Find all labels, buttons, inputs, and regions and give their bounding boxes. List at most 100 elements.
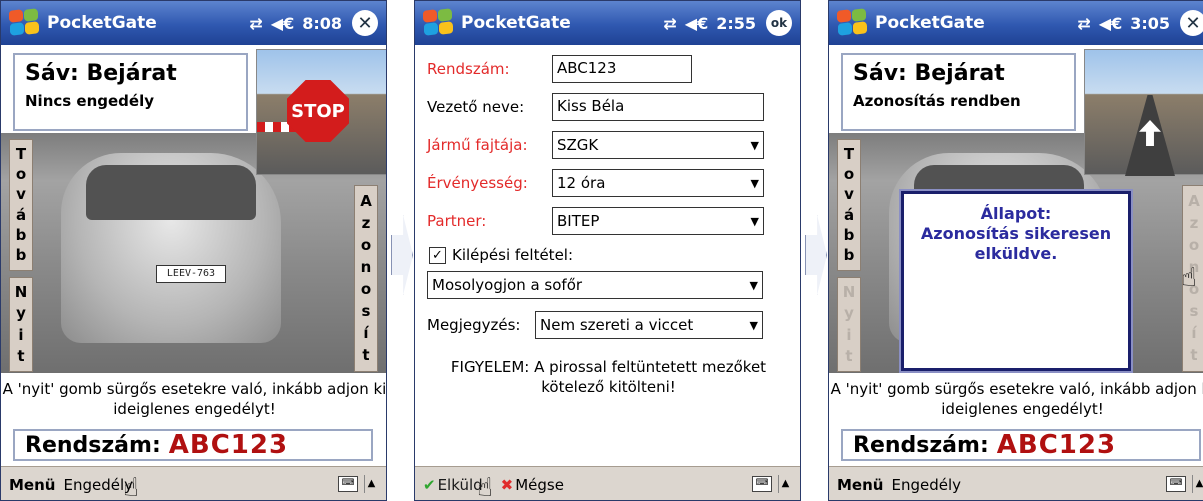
chevron-down-icon: ▼: [750, 138, 759, 152]
dialog-message: Azonosítás sikeresen elküldve.: [920, 224, 1112, 263]
field-jarmu-fajtaja: Jármű fajtája: SZGK ▼: [427, 131, 764, 159]
app-title: PocketGate: [461, 13, 571, 33]
clock[interactable]: 8:08: [302, 14, 342, 33]
title-bar: PocketGate ⇄ ◀€ 8:08 ✕: [1, 1, 386, 45]
menu-bar: Menü Engedély ⌨ ▲: [829, 466, 1203, 500]
lane-status: Nincs engedély: [25, 92, 155, 110]
validity-select[interactable]: 12 óra ▼: [552, 169, 764, 197]
partner-select[interactable]: BITEP ▼: [552, 207, 764, 235]
menu-bar: ✔ Elküld ✖ Mégse ⌨ ▲: [415, 466, 800, 500]
exit-condition-label: Kilépési feltétel:: [452, 246, 574, 264]
clock[interactable]: 3:05: [1130, 14, 1170, 33]
plate-label: Rendszám:: [853, 432, 989, 458]
nyit-button[interactable]: N y i t: [9, 277, 33, 372]
tovabb-button[interactable]: T o v á b b: [9, 139, 33, 271]
field-partner: Partner: BITEP ▼: [427, 207, 764, 235]
stop-sign-icon: STOP: [287, 80, 349, 142]
vehicle-type-select[interactable]: SZGK ▼: [552, 131, 764, 159]
plate-display: Rendszám: ABC123: [13, 429, 373, 461]
keyboard-icon[interactable]: ⌨: [752, 476, 772, 492]
plate-display: Rendszám: ABC123: [841, 429, 1201, 461]
field-label: Megjegyzés:: [427, 316, 521, 334]
hand-cursor-icon: ☝: [1181, 263, 1197, 293]
field-megjegyzes: Megjegyzés: Nem szereti a viccet ▼: [427, 311, 763, 339]
lane-title: Sáv: Bejárat: [853, 61, 1005, 86]
nyit-button[interactable]: N y i t: [837, 277, 861, 372]
screen-lane-no-permit: PocketGate ⇄ ◀€ 8:08 ✕ LEEV-763 Sáv: Bej…: [0, 0, 387, 501]
start-menu-icon[interactable]: [7, 8, 41, 38]
field-ervenyesseg: Érvényesség: 12 óra ▼: [427, 169, 764, 197]
screen-identification-form: PocketGate ⇄ ◀€ 2:55 ok Rendszám: ABC123…: [414, 0, 801, 501]
field-label: Rendszám:: [427, 60, 510, 78]
open-road-image: [1084, 49, 1203, 176]
plate-value: ABC123: [168, 430, 289, 460]
check-icon: ✔: [423, 475, 436, 494]
send-softkey[interactable]: ✔ Elküld: [423, 476, 483, 494]
app-title: PocketGate: [47, 13, 157, 33]
lane-info-box: Sáv: Bejárat Nincs engedély: [13, 53, 248, 131]
ok-button[interactable]: ok: [766, 10, 792, 36]
keyboard-icon[interactable]: ⌨: [338, 476, 358, 492]
cancel-softkey[interactable]: ✖ Mégse: [483, 476, 564, 494]
flow-arrow-icon: [391, 215, 413, 295]
exit-condition-select[interactable]: Mosolyogjon a sofőr ▼: [427, 271, 763, 299]
field-label: Érvényesség:: [427, 174, 528, 192]
lane-status: Azonosítás rendben: [853, 92, 1021, 110]
flow-arrow-icon: [805, 215, 827, 295]
rendszam-input[interactable]: ABC123: [552, 55, 692, 83]
lane-info-box: Sáv: Bejárat Azonosítás rendben: [841, 53, 1076, 131]
chevron-down-icon: ▼: [749, 278, 758, 292]
title-bar: PocketGate ⇄ ◀€ 3:05 ✕: [829, 1, 1203, 45]
input-panel-toggle-icon[interactable]: ▲: [1192, 475, 1203, 493]
close-button[interactable]: ✕: [1180, 10, 1203, 36]
start-menu-icon[interactable]: [835, 8, 869, 38]
menu-softkey[interactable]: Menü: [9, 476, 55, 494]
driver-name-input[interactable]: Kiss Béla: [552, 93, 764, 121]
urgent-notice: A 'nyit' gomb sürgős esetekre való, inká…: [830, 380, 1203, 418]
lane-title: Sáv: Bejárat: [25, 61, 177, 86]
chevron-down-icon: ▼: [749, 318, 758, 332]
close-button[interactable]: ✕: [352, 10, 378, 36]
menu-bar: Menü Engedély ⌨ ▲: [1, 466, 386, 500]
volume-icon[interactable]: ◀€: [271, 14, 294, 33]
status-dialog: Állapot: Azonosítás sikeresen elküldve.: [901, 191, 1131, 371]
volume-icon[interactable]: ◀€: [685, 14, 708, 33]
keyboard-icon[interactable]: ⌨: [1166, 476, 1186, 492]
exit-condition-checkbox-row[interactable]: ✓ Kilépési feltétel:: [429, 246, 573, 264]
chevron-down-icon: ▼: [750, 176, 759, 190]
hand-cursor-icon: ☝: [477, 473, 493, 501]
field-vezeto-neve: Vezető neve: Kiss Béla: [427, 93, 764, 121]
field-label: Vezető neve:: [427, 98, 525, 116]
volume-icon[interactable]: ◀€: [1099, 14, 1122, 33]
clock[interactable]: 2:55: [716, 14, 756, 33]
connectivity-icon[interactable]: ⇄: [1077, 14, 1090, 33]
plate-label: Rendszám:: [25, 432, 161, 458]
note-select[interactable]: Nem szereti a viccet ▼: [535, 311, 763, 339]
input-panel-toggle-icon[interactable]: ▲: [778, 475, 792, 493]
stop-barrier-image: STOP: [256, 49, 386, 175]
exit-condition-checkbox[interactable]: ✓: [429, 246, 446, 264]
required-fields-warning: FIGYELEM: A pirossal feltüntetett mezőke…: [450, 358, 767, 396]
start-menu-icon[interactable]: [421, 8, 455, 38]
permit-softkey[interactable]: Engedély: [891, 476, 961, 494]
field-label: Partner:: [427, 212, 487, 230]
azonosit-button[interactable]: A z o n o s í t: [354, 185, 378, 372]
car-image: LEEV-763: [61, 153, 281, 343]
urgent-notice: A 'nyit' gomb sürgős esetekre való, inká…: [2, 380, 387, 418]
cancel-icon: ✖: [500, 475, 514, 494]
connectivity-icon[interactable]: ⇄: [663, 14, 676, 33]
menu-softkey[interactable]: Menü: [837, 476, 883, 494]
field-rendszam: Rendszám: ABC123: [427, 55, 692, 83]
tovabb-button[interactable]: T o v á b b: [837, 139, 861, 271]
chevron-down-icon: ▼: [750, 214, 759, 228]
plate-value: ABC123: [996, 430, 1117, 460]
input-panel-toggle-icon[interactable]: ▲: [364, 475, 378, 493]
dialog-title: Állapot:: [980, 204, 1052, 223]
field-label: Jármű fajtája:: [427, 136, 528, 154]
hand-cursor-icon: ☝: [123, 473, 139, 501]
connectivity-icon[interactable]: ⇄: [249, 14, 262, 33]
car-license-plate: LEEV-763: [156, 265, 226, 283]
app-title: PocketGate: [875, 13, 985, 33]
screen-identification-sent: PocketGate ⇄ ◀€ 3:05 ✕ Sáv: Bejárat Azon…: [828, 0, 1203, 501]
title-bar: PocketGate ⇄ ◀€ 2:55 ok: [415, 1, 800, 45]
